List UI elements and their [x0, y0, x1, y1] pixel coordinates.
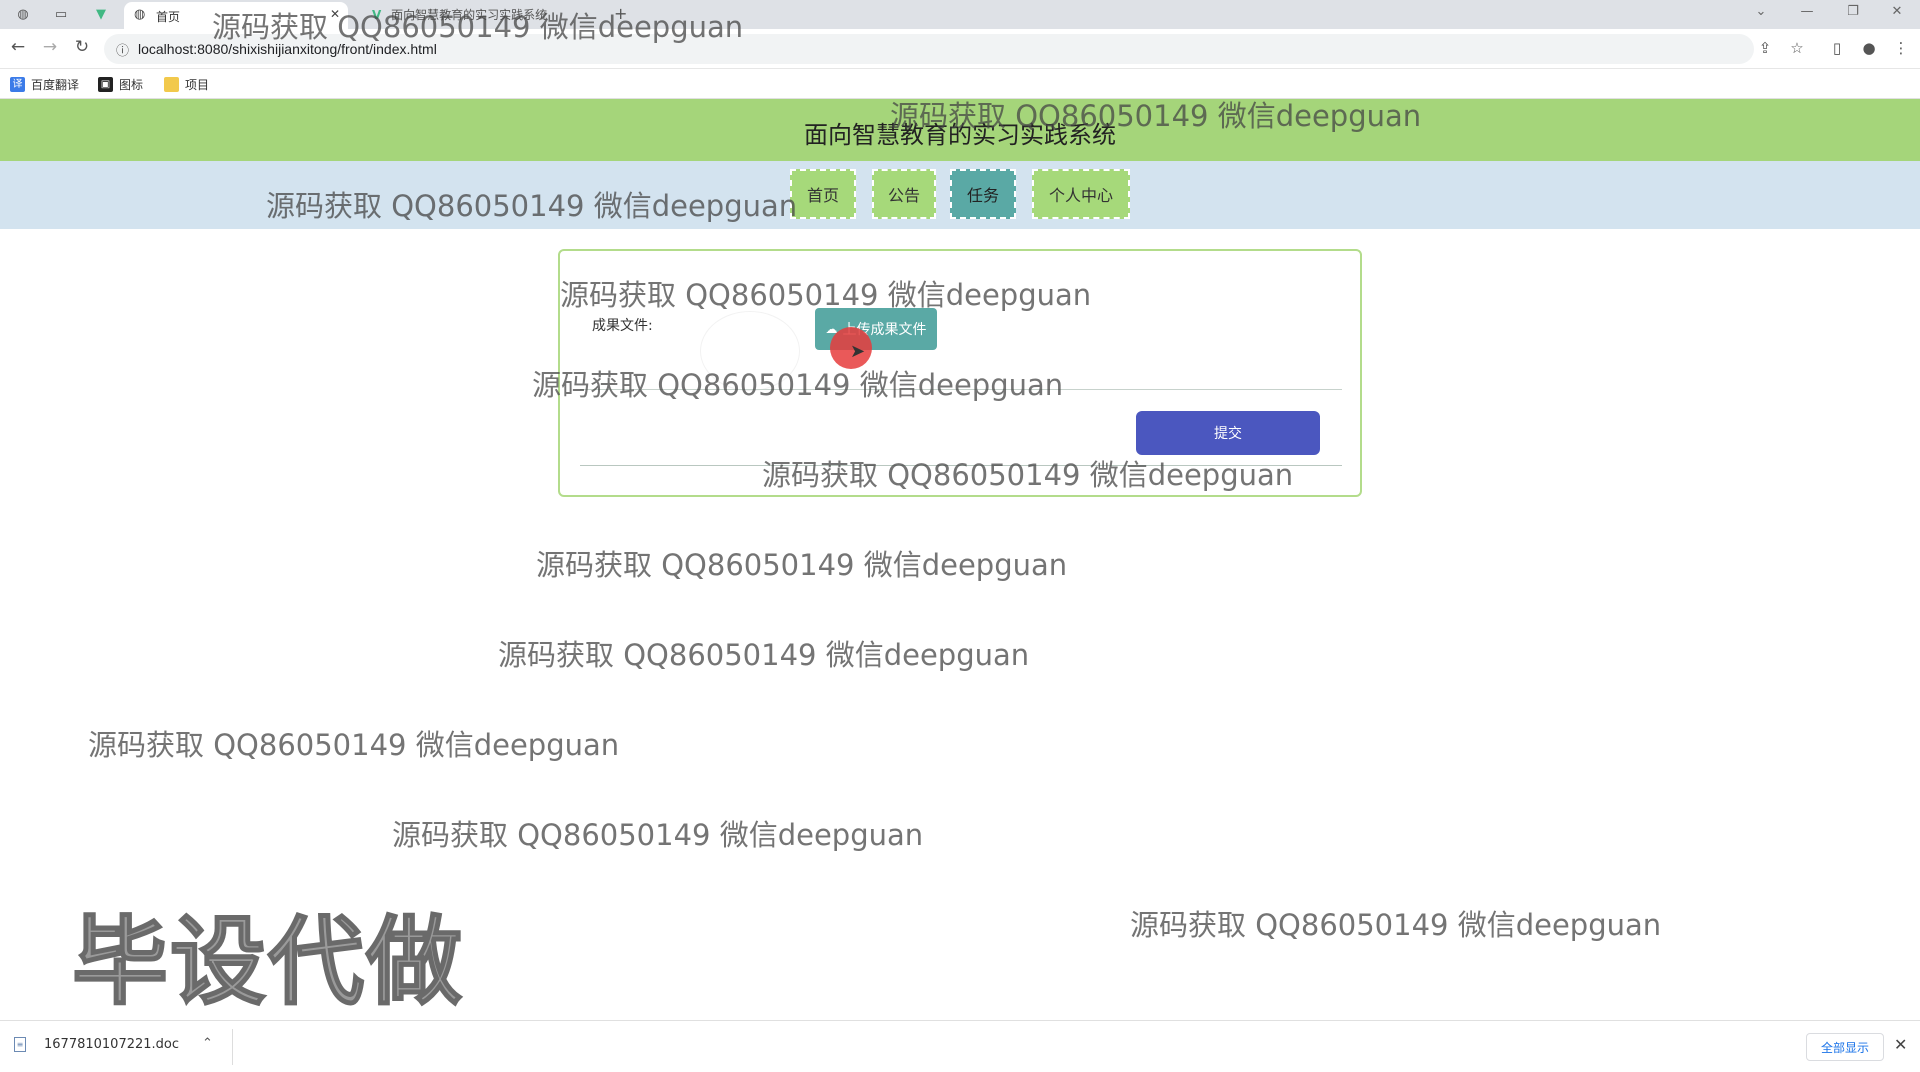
- menu-icon[interactable]: ⋮: [1890, 39, 1912, 57]
- mouse-cursor-icon: ➤: [850, 341, 866, 362]
- vue-icon[interactable]: ▼: [92, 5, 110, 23]
- nav-task[interactable]: 任务: [950, 169, 1016, 219]
- big-watermark: 毕设代做: [71, 905, 464, 1019]
- show-all-button[interactable]: 全部显示: [1806, 1033, 1884, 1061]
- minimize-icon[interactable]: —: [1784, 4, 1830, 19]
- watermark: 源码获取 QQ86050149 微信deepguan: [762, 458, 1294, 492]
- watermark: 源码获取 QQ86050149 微信deepguan: [498, 638, 1030, 672]
- bookmark-project[interactable]: 项目: [164, 76, 209, 93]
- forward-icon[interactable]: →: [38, 37, 62, 57]
- document-icon: ≡: [14, 1037, 26, 1052]
- bookmark-baidu-translate[interactable]: 译 百度翻译: [10, 76, 79, 93]
- watermark: 源码获取 QQ86050149 微信deepguan: [392, 818, 924, 852]
- globe-icon[interactable]: ◍: [14, 5, 32, 23]
- star-icon[interactable]: ☆: [1786, 39, 1808, 57]
- reload-icon[interactable]: ↻: [70, 37, 94, 57]
- blank-tab-icon[interactable]: ▭: [52, 5, 70, 23]
- watermark: 源码获取 QQ86050149 微信deepguan: [88, 728, 620, 762]
- chevron-down-icon[interactable]: ⌄: [1738, 4, 1784, 19]
- back-icon[interactable]: ←: [6, 37, 30, 57]
- watermark: 源码获取 QQ86050149 微信deepguan: [1130, 908, 1662, 942]
- watermark: 源码获取 QQ86050149 微信deepguan: [266, 189, 798, 223]
- nav-notice[interactable]: 公告: [872, 169, 936, 219]
- image-icon: ▣: [98, 77, 113, 92]
- bookmark-label: 图标: [119, 78, 144, 92]
- bookmark-icons[interactable]: ▣ 图标: [98, 76, 143, 93]
- submit-button[interactable]: 提交: [1136, 411, 1320, 455]
- result-file-label: 成果文件:: [592, 318, 653, 334]
- watermark: 源码获取 QQ86050149 微信deepguan: [532, 368, 1064, 402]
- sidebar-icon[interactable]: ▯: [1826, 39, 1848, 57]
- tab-label: 首页: [156, 10, 181, 24]
- download-bar: ≡ 1677810107221.doc ⌃ 全部显示 ✕: [0, 1020, 1920, 1072]
- close-icon[interactable]: ✕: [1894, 1035, 1907, 1054]
- file-name: 1677810107221.doc: [44, 1037, 180, 1052]
- share-icon[interactable]: ⇪: [1754, 39, 1776, 57]
- watermark: 源码获取 QQ86050149 微信deepguan: [536, 548, 1068, 582]
- divider: [232, 1029, 233, 1065]
- profile-icon[interactable]: ●: [1858, 39, 1880, 57]
- chevron-up-icon[interactable]: ⌃: [202, 1036, 213, 1051]
- restore-icon[interactable]: ❐: [1830, 4, 1876, 19]
- globe-icon: ◍: [134, 7, 146, 22]
- folder-icon: [164, 77, 179, 92]
- bookmark-label: 项目: [185, 78, 210, 92]
- window-close-icon[interactable]: ✕: [1874, 4, 1920, 19]
- bookmark-label: 百度翻译: [31, 78, 80, 92]
- watermark: 源码获取 QQ86050149 微信deepguan: [890, 99, 1422, 133]
- translate-icon: 译: [10, 77, 25, 92]
- nav-home[interactable]: 首页: [790, 169, 856, 219]
- info-icon[interactable]: ⓘ: [116, 40, 129, 59]
- nav-profile[interactable]: 个人中心: [1032, 169, 1130, 219]
- downloaded-file[interactable]: ≡ 1677810107221.doc: [14, 1037, 179, 1052]
- watermark: 源码获取 QQ86050149 微信deepguan: [212, 10, 744, 44]
- watermark: 源码获取 QQ86050149 微信deepguan: [560, 278, 1092, 312]
